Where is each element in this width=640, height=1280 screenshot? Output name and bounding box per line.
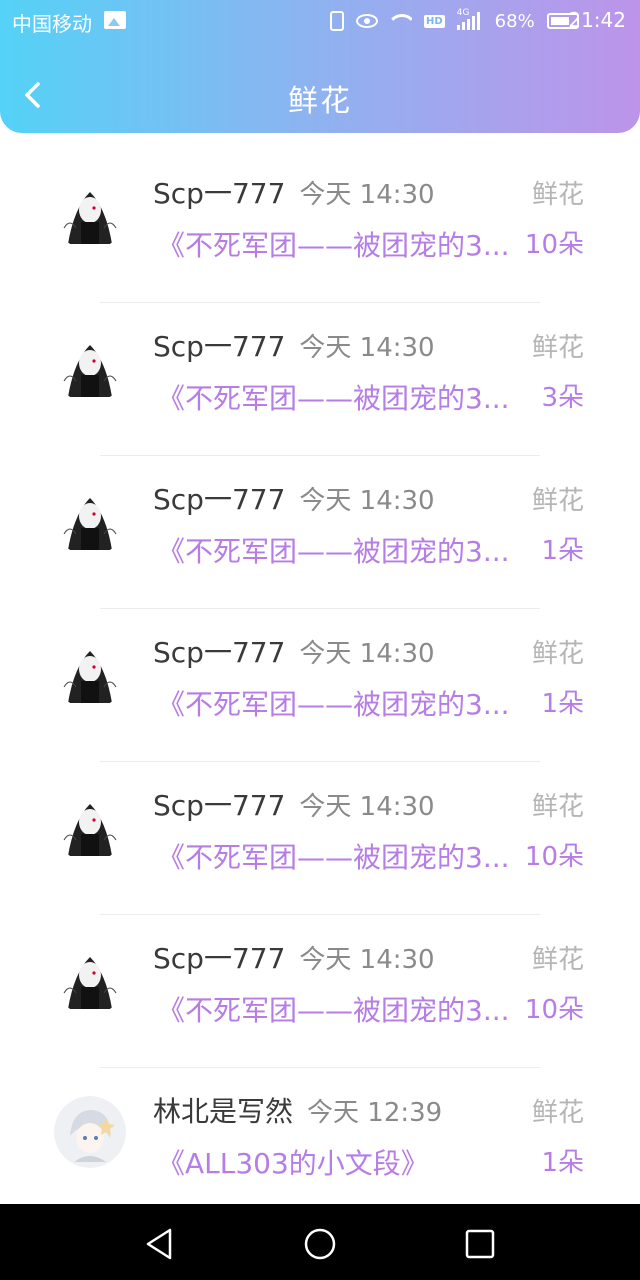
record-time: 今天 14:30 — [299, 945, 435, 975]
record-time: 今天 14:30 — [299, 639, 435, 669]
network-type-label: 4G — [456, 8, 470, 18]
avatar[interactable] — [54, 178, 126, 250]
vibrate-icon — [330, 11, 344, 31]
avatar[interactable] — [54, 331, 126, 403]
gift-type: 鲜花 — [531, 1098, 584, 1128]
nav-back-button[interactable] — [140, 1224, 180, 1264]
signal-icon: 4G — [456, 8, 483, 30]
list-item[interactable]: Scp一777 今天 14:30 鲜花 《不死军团——被团宠的3... 10朵 — [0, 915, 640, 1068]
nav-recent-button[interactable] — [460, 1224, 500, 1264]
list-item[interactable]: Scp一777 今天 14:30 鲜花 《不死军团——被团宠的3... 10朵 — [0, 762, 640, 915]
triangle-back-icon — [146, 1228, 172, 1260]
user-name[interactable]: Scp一777 — [153, 942, 285, 975]
book-title-link[interactable]: 《不死军团——被团宠的3... — [157, 377, 523, 417]
list-item[interactable]: Scp一777 今天 14:30 鲜花 《不死军团——被团宠的3... 3朵 — [0, 303, 640, 456]
record-time: 今天 14:30 — [299, 792, 435, 822]
gift-type: 鲜花 — [531, 792, 584, 822]
record-time: 今天 14:30 — [299, 486, 435, 516]
page-title: 鲜花 — [288, 84, 352, 119]
circle-home-icon — [304, 1228, 336, 1260]
book-title-link[interactable]: 《不死军团——被团宠的3... — [157, 836, 523, 876]
gift-type: 鲜花 — [531, 639, 584, 669]
nav-home-button[interactable] — [300, 1224, 340, 1264]
clock: 21:42 — [568, 8, 626, 32]
square-recent-icon — [465, 1229, 495, 1259]
gift-type: 鲜花 — [531, 180, 584, 210]
gift-count: 3朵 — [541, 383, 584, 413]
book-title-link[interactable]: 《不死军团——被团宠的3... — [157, 989, 523, 1029]
avatar[interactable] — [54, 790, 126, 862]
list-item[interactable]: 林北是写然 今天 12:39 鲜花 《ALL303的小文段》 1朵 — [0, 1068, 640, 1221]
user-name[interactable]: Scp一777 — [153, 330, 285, 363]
gift-type: 鲜花 — [531, 486, 584, 516]
book-title-link[interactable]: 《ALL303的小文段》 — [157, 1142, 523, 1182]
hd-icon: HD — [424, 14, 445, 28]
header: 中国移动 HD 4G 68% 21:42 鲜花 — [0, 0, 640, 133]
user-name[interactable]: 林北是写然 — [153, 1095, 293, 1128]
eye-comfort-icon — [356, 14, 378, 28]
record-time: 今天 12:39 — [307, 1098, 443, 1128]
list-item[interactable]: Scp一777 今天 14:30 鲜花 《不死军团——被团宠的3... 1朵 — [0, 456, 640, 609]
gift-count: 1朵 — [541, 1148, 584, 1178]
avatar[interactable] — [54, 943, 126, 1015]
system-nav-bar — [0, 1204, 640, 1280]
gift-type: 鲜花 — [531, 945, 584, 975]
gift-count: 10朵 — [524, 842, 584, 872]
user-name[interactable]: Scp一777 — [153, 177, 285, 210]
avatar[interactable] — [54, 484, 126, 556]
book-title-link[interactable]: 《不死军团——被团宠的3... — [157, 530, 523, 570]
wifi-icon — [390, 12, 412, 30]
status-icons: HD 4G 68% — [330, 8, 579, 32]
gift-count: 10朵 — [524, 230, 584, 260]
book-title-link[interactable]: 《不死军团——被团宠的3... — [157, 224, 523, 264]
flower-record-list: Scp一777 今天 14:30 鲜花 《不死军团——被团宠的3... 10朵 S… — [0, 150, 640, 1221]
list-item[interactable]: Scp一777 今天 14:30 鲜花 《不死军团——被团宠的3... 1朵 — [0, 609, 640, 762]
list-item[interactable]: Scp一777 今天 14:30 鲜花 《不死军团——被团宠的3... 10朵 — [0, 150, 640, 303]
avatar[interactable] — [54, 637, 126, 709]
image-notification-icon — [104, 11, 126, 29]
gift-count: 1朵 — [541, 536, 584, 566]
gift-count: 10朵 — [524, 995, 584, 1025]
battery-percent: 68% — [494, 10, 535, 32]
book-title-link[interactable]: 《不死军团——被团宠的3... — [157, 683, 523, 723]
record-time: 今天 14:30 — [299, 333, 435, 363]
user-name[interactable]: Scp一777 — [153, 789, 285, 822]
user-name[interactable]: Scp一777 — [153, 483, 285, 516]
record-time: 今天 14:30 — [299, 180, 435, 210]
user-name[interactable]: Scp一777 — [153, 636, 285, 669]
status-bar: 中国移动 HD 4G 68% 21:42 — [0, 0, 640, 44]
carrier-label: 中国移动 — [12, 12, 92, 36]
gift-count: 1朵 — [541, 689, 584, 719]
gift-type: 鲜花 — [531, 333, 584, 363]
avatar[interactable] — [54, 1096, 126, 1168]
